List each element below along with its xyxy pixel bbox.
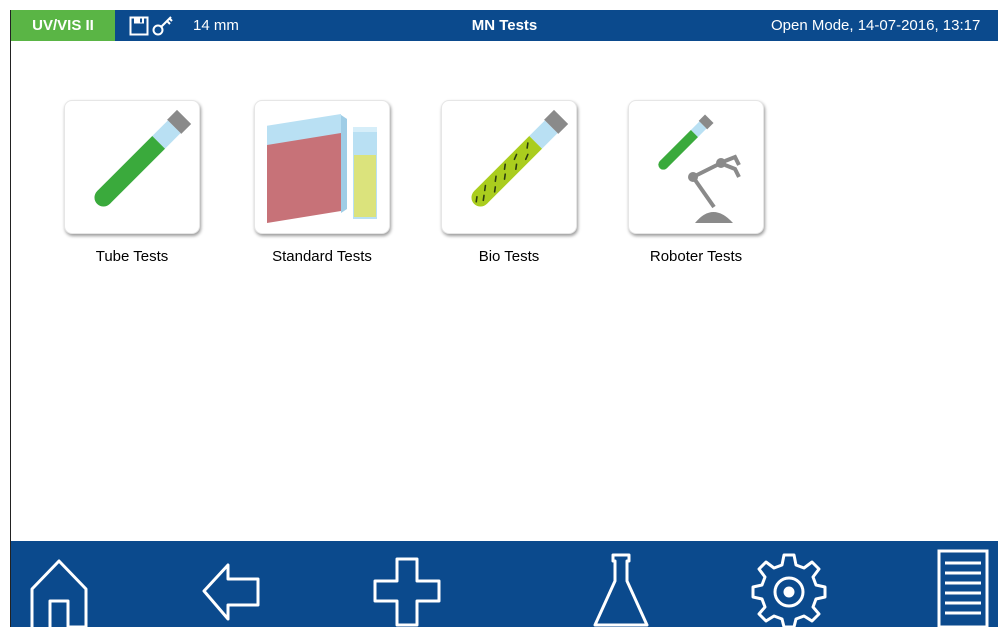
status-bar: UV/VIS II 14 mm MN Tests Open Mode, 14-0… <box>11 10 998 41</box>
tile-label: Standard Tests <box>272 248 372 265</box>
bottom-nav <box>11 541 998 627</box>
tile-label: Bio Tests <box>478 248 540 265</box>
home-button[interactable] <box>19 549 99 627</box>
menu-list-icon <box>937 549 989 627</box>
settings-button[interactable] <box>749 549 829 627</box>
add-button[interactable] <box>367 549 447 627</box>
back-button[interactable] <box>191 549 271 627</box>
robot-arm-icon <box>628 100 764 234</box>
flask-icon <box>593 553 649 627</box>
main-area: Tube Tests Standard Tests Bio Tests Robo… <box>11 41 998 541</box>
gear-icon <box>751 553 827 627</box>
tile-label: Roboter Tests <box>649 248 743 265</box>
tile-bio-tests[interactable]: Bio Tests <box>439 100 579 265</box>
tile-standard-tests[interactable]: Standard Tests <box>252 100 392 265</box>
tile-label: Tube Tests <box>95 248 169 265</box>
tile-roboter-tests[interactable]: Roboter Tests <box>626 100 766 265</box>
cuvette-test-icon <box>254 100 390 234</box>
home-icon <box>30 559 88 627</box>
plus-icon <box>373 557 441 627</box>
flask-button[interactable] <box>581 549 661 627</box>
tile-tube-tests[interactable]: Tube Tests <box>62 100 202 265</box>
menu-button[interactable] <box>921 549 998 627</box>
back-arrow-icon <box>202 563 260 621</box>
tube-test-icon <box>64 100 200 234</box>
bio-tube-icon <box>441 100 577 234</box>
mode-date-time: Open Mode, 14-07-2016, 13:17 <box>771 17 981 34</box>
